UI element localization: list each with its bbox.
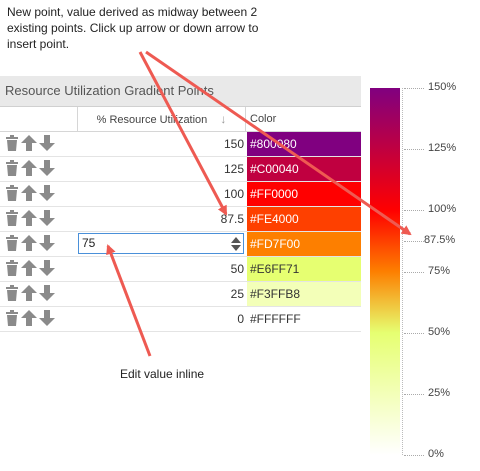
color-swatch[interactable]: #F3FFB8: [247, 282, 361, 306]
row-actions: [5, 235, 57, 253]
trash-icon[interactable]: [5, 285, 19, 304]
table-header: % Resource Utilization ↓ Color: [0, 107, 361, 132]
scale-tick-label: 100%: [428, 203, 457, 215]
scale-axis: [402, 88, 403, 455]
scale-tick: [404, 333, 424, 334]
arrow-down-icon[interactable]: [39, 185, 55, 204]
table-row: 25 #F3FFB8: [0, 282, 361, 307]
percent-value[interactable]: 0: [78, 307, 244, 331]
scale-tick-label: 50%: [428, 326, 451, 338]
row-actions: [5, 285, 57, 303]
row-actions: [5, 185, 57, 203]
scale-tick-label: 75%: [428, 265, 451, 277]
scale-tick-label: 150%: [428, 81, 457, 93]
scale-tick: [404, 88, 424, 89]
annotation-new-point: New point, value derived as midway betwe…: [7, 5, 259, 51]
arrow-up-icon[interactable]: [21, 285, 37, 304]
color-swatch[interactable]: #FE4000: [247, 207, 361, 231]
trash-icon[interactable]: [5, 310, 19, 329]
trash-icon[interactable]: [5, 260, 19, 279]
row-actions: [5, 135, 57, 153]
table-row: 100 #FF0000: [0, 182, 361, 207]
scale-tick: [404, 149, 424, 150]
arrow-down-icon[interactable]: [39, 160, 55, 179]
trash-icon[interactable]: [5, 185, 19, 204]
row-actions: [5, 260, 57, 278]
trash-icon[interactable]: [5, 160, 19, 179]
color-swatch[interactable]: #800080: [247, 132, 361, 156]
spinner-icon[interactable]: [231, 237, 241, 251]
arrow-down-icon[interactable]: [39, 260, 55, 279]
table-body: 150 #800080 125 #C00040 100 #FF0000 87.5 #FE400…: [0, 132, 361, 332]
trash-icon[interactable]: [5, 135, 19, 154]
value-input[interactable]: 75: [78, 233, 244, 254]
scale-tick: [404, 455, 424, 456]
table-row: 75 #FD7F00: [0, 232, 361, 257]
arrow-up-icon[interactable]: [21, 310, 37, 329]
arrow-up-icon[interactable]: [21, 135, 37, 154]
percent-value[interactable]: 150: [78, 132, 244, 156]
sort-arrow-icon[interactable]: ↓: [220, 107, 226, 131]
arrow-up-icon[interactable]: [21, 260, 37, 279]
scale-tick: [404, 394, 424, 395]
arrow-down-icon[interactable]: [39, 135, 55, 154]
panel-title: Resource Utilization Gradient Points: [0, 76, 361, 107]
row-actions: [5, 160, 57, 178]
scale-tick-label: 25%: [428, 387, 451, 399]
scale-tick: [404, 210, 424, 211]
table-row: 150 #800080: [0, 132, 361, 157]
trash-icon[interactable]: [5, 235, 19, 254]
annotation-edit-inline: Edit value inline: [120, 367, 205, 381]
row-actions: [5, 310, 57, 328]
table-row: 0 #FFFFFF: [0, 307, 361, 332]
arrow-up-icon[interactable]: [21, 210, 37, 229]
percent-value[interactable]: 87.5: [78, 207, 244, 231]
gradient-points-panel: Resource Utilization Gradient Points % R…: [0, 76, 361, 332]
row-actions: [5, 210, 57, 228]
scale-tick-label: 0%: [428, 448, 444, 460]
color-swatch[interactable]: #C00040: [247, 157, 361, 181]
scale-tick-label: 125%: [428, 142, 457, 154]
actions-column-header: [0, 107, 78, 131]
color-column-header: Color: [250, 113, 277, 125]
table-row: 50 #E6FF71: [0, 257, 361, 282]
trash-icon[interactable]: [5, 210, 19, 229]
scale-tick-label: 87.5%: [424, 234, 456, 246]
percent-value[interactable]: 100: [78, 182, 244, 206]
table-row: 125 #C00040: [0, 157, 361, 182]
arrow-down-icon[interactable]: [39, 310, 55, 329]
gradient-preview-bar: [370, 88, 400, 455]
percent-value[interactable]: 25: [78, 282, 244, 306]
arrow-up-icon[interactable]: [21, 235, 37, 254]
percent-value[interactable]: 125: [78, 157, 244, 181]
scale-tick: [404, 272, 424, 273]
arrow-up-icon[interactable]: [21, 160, 37, 179]
color-swatch[interactable]: #FD7F00: [247, 232, 361, 256]
color-swatch[interactable]: #E6FF71: [247, 257, 361, 281]
arrow-down-icon[interactable]: [39, 285, 55, 304]
percent-value[interactable]: 50: [78, 257, 244, 281]
color-swatch[interactable]: #FFFFFF: [247, 307, 361, 331]
scale-tick: [404, 241, 424, 242]
percent-column-header[interactable]: % Resource Utilization ↓: [78, 107, 246, 131]
arrow-down-icon[interactable]: [39, 210, 55, 229]
percent-column-label: % Resource Utilization: [96, 114, 208, 126]
arrow-down-icon[interactable]: [39, 235, 55, 254]
table-row: 87.5 #FE4000: [0, 207, 361, 232]
arrow-up-icon[interactable]: [21, 185, 37, 204]
color-swatch[interactable]: #FF0000: [247, 182, 361, 206]
